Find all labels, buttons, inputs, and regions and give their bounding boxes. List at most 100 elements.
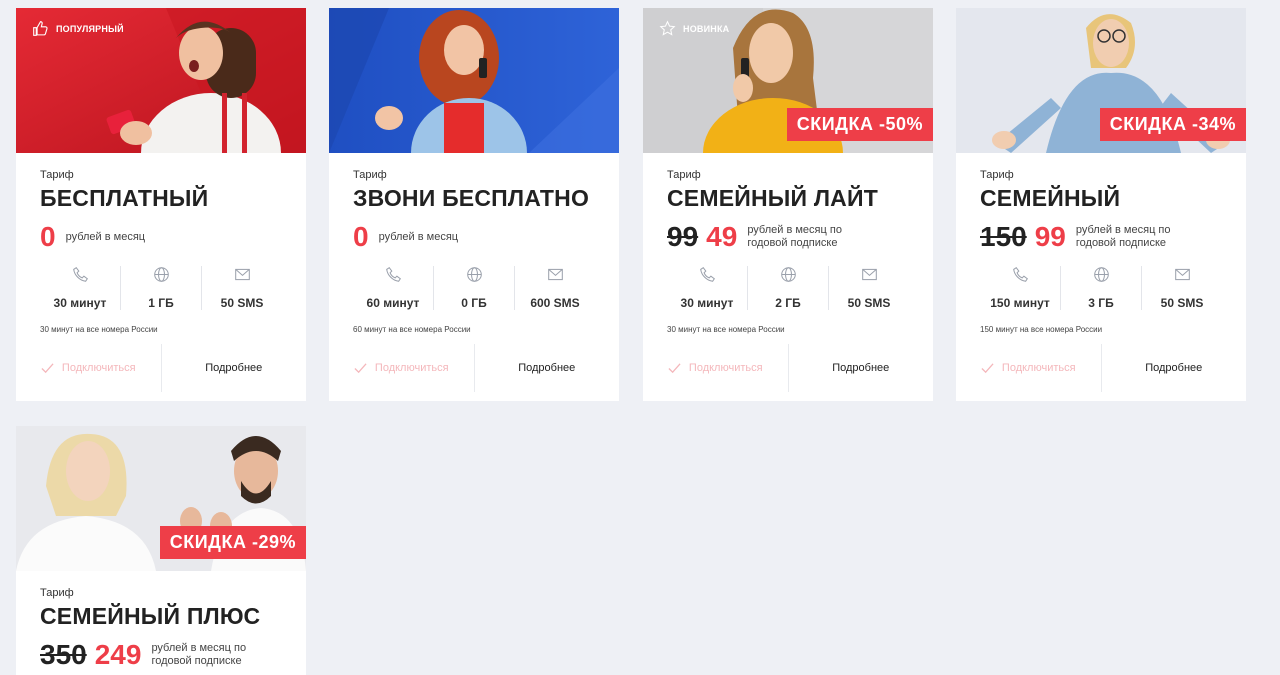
tariff-features: 30 минут 1 ГБ 50 SMS <box>40 266 282 310</box>
feature-value: 0 ГБ <box>461 296 487 310</box>
popular-badge: популярный <box>32 20 124 37</box>
feature-minutes: 150 минут <box>980 266 1061 310</box>
tariff-photo <box>329 8 619 153</box>
tariff-name: БЕСПЛАТНЫЙ <box>40 185 209 211</box>
tariff-footnote: 30 минут на все номера России <box>40 325 158 334</box>
mail-icon <box>234 268 250 281</box>
check-icon <box>41 362 54 373</box>
tariff-label: Тариф <box>667 169 701 181</box>
details-button[interactable]: Подробнее <box>475 344 620 392</box>
badge-label: популярный <box>56 23 124 34</box>
feature-value: 50 SMS <box>220 296 264 310</box>
feature-value: 50 SMS <box>847 296 891 310</box>
thumbs-up-icon <box>32 20 49 37</box>
feature-minutes: 30 минут <box>667 266 748 310</box>
check-icon <box>668 362 681 373</box>
discount-badge: СКИДКА -34% <box>1099 108 1246 141</box>
feature-minutes: 30 минут <box>40 266 121 310</box>
tariff-price: 49 <box>706 221 738 252</box>
tariff-price: 249 <box>94 639 142 670</box>
tariff-card-semeyny-lait: новинка СКИДКА -50% Тариф СЕМЕЙНЫЙ ЛАЙТ … <box>643 8 933 401</box>
tariff-label: Тариф <box>40 169 74 181</box>
phone-icon <box>1012 267 1028 282</box>
tariff-label: Тариф <box>980 169 1014 181</box>
tariff-features: 60 минут 0 ГБ 600 SMS <box>353 266 595 310</box>
tariff-footnote: 30 минут на все номера России <box>667 325 785 334</box>
old-price: 150 <box>980 221 1027 252</box>
price-note: рублей в месяц по годовой подписке <box>1075 224 1171 249</box>
connect-button[interactable]: Подключиться <box>329 344 475 392</box>
tariff-label: Тариф <box>40 587 74 599</box>
tariff-footnote: 150 минут на все номера России <box>980 325 1103 334</box>
tariff-photo: популярный <box>16 8 306 153</box>
star-icon <box>659 20 676 37</box>
tariff-name: ЗВОНИ БЕСПЛАТНО <box>353 185 590 211</box>
globe-icon <box>1093 267 1109 282</box>
connect-label: Подключиться <box>1001 362 1076 374</box>
globe-icon <box>466 267 482 282</box>
phone-icon <box>385 267 401 282</box>
price-note: рублей в месяц по годовой подписке <box>151 642 247 667</box>
feature-value: 3 ГБ <box>1088 296 1114 310</box>
feature-sms: 600 SMS <box>515 266 595 310</box>
tariff-name: СЕМЕЙНЫЙ ПЛЮС <box>40 603 261 629</box>
feature-internet: 3 ГБ <box>1061 266 1142 310</box>
connect-label: Подключиться <box>374 362 449 374</box>
tariff-photo: СКИДКА -29% <box>16 426 306 571</box>
globe-icon <box>153 267 169 282</box>
feature-value: 50 SMS <box>1160 296 1204 310</box>
feature-value: 30 минут <box>680 296 734 310</box>
feature-sms: 50 SMS <box>829 266 909 310</box>
tariff-card-zvoni-besplatno: Тариф ЗВОНИ БЕСПЛАТНО 0 рублей в месяц 6… <box>329 8 619 401</box>
details-button[interactable]: Подробнее <box>162 344 307 392</box>
tariff-card-semeyny: СКИДКА -34% Тариф СЕМЕЙНЫЙ 150 99 рублей… <box>956 8 1246 401</box>
tariff-price: 99 <box>1034 221 1066 252</box>
tariff-footnote: 60 минут на все номера России <box>353 325 471 334</box>
tariff-card-besplatny: популярный Тариф БЕСПЛАТНЫЙ 0 рублей в м… <box>16 8 306 401</box>
feature-sms: 50 SMS <box>1142 266 1222 310</box>
details-button[interactable]: Подробнее <box>789 344 934 392</box>
new-badge: новинка <box>659 20 729 37</box>
tariff-features: 150 минут 3 ГБ 50 SMS <box>980 266 1222 310</box>
feature-internet: 2 ГБ <box>748 266 829 310</box>
tariff-label: Тариф <box>353 169 387 181</box>
feature-value: 150 минут <box>990 296 1050 310</box>
old-price: 350 <box>40 639 87 670</box>
phone-icon <box>72 267 88 282</box>
details-button[interactable]: Подробнее <box>1102 344 1247 392</box>
connect-button[interactable]: Подключиться <box>16 344 162 392</box>
tariff-name: СЕМЕЙНЫЙ ЛАЙТ <box>667 185 878 211</box>
feature-value: 1 ГБ <box>148 296 174 310</box>
price-note: рублей в месяц <box>65 230 146 243</box>
feature-value: 2 ГБ <box>775 296 801 310</box>
phone-icon <box>699 267 715 282</box>
feature-value: 60 минут <box>366 296 420 310</box>
tariff-photo: СКИДКА -34% <box>956 8 1246 153</box>
tariff-price: 0 <box>40 221 56 252</box>
feature-value: 30 минут <box>53 296 107 310</box>
tariff-name: СЕМЕЙНЫЙ <box>980 185 1121 211</box>
old-price: 99 <box>667 221 699 252</box>
feature-value: 600 SMS <box>530 296 580 310</box>
connect-label: Подключиться <box>688 362 763 374</box>
discount-badge: СКИДКА -50% <box>786 108 933 141</box>
connect-button[interactable]: Подключиться <box>956 344 1102 392</box>
connect-label: Подключиться <box>61 362 136 374</box>
check-icon <box>354 362 367 373</box>
mail-icon <box>1174 268 1190 281</box>
mail-icon <box>547 268 563 281</box>
feature-internet: 0 ГБ <box>434 266 515 310</box>
price-note: рублей в месяц <box>378 230 459 243</box>
tariff-photo: новинка СКИДКА -50% <box>643 8 933 153</box>
tariff-card-semeyny-plus: СКИДКА -29% Тариф СЕМЕЙНЫЙ ПЛЮС 350 249 … <box>16 426 306 675</box>
tariff-price: 0 <box>353 221 369 252</box>
feature-minutes: 60 минут <box>353 266 434 310</box>
tariff-features: 30 минут 2 ГБ 50 SMS <box>667 266 909 310</box>
discount-badge: СКИДКА -29% <box>159 526 306 559</box>
globe-icon <box>780 267 796 282</box>
mail-icon <box>861 268 877 281</box>
price-note: рублей в месяц по годовой подписке <box>747 224 842 249</box>
connect-button[interactable]: Подключиться <box>643 344 789 392</box>
feature-sms: 50 SMS <box>202 266 282 310</box>
badge-label: новинка <box>683 23 730 34</box>
